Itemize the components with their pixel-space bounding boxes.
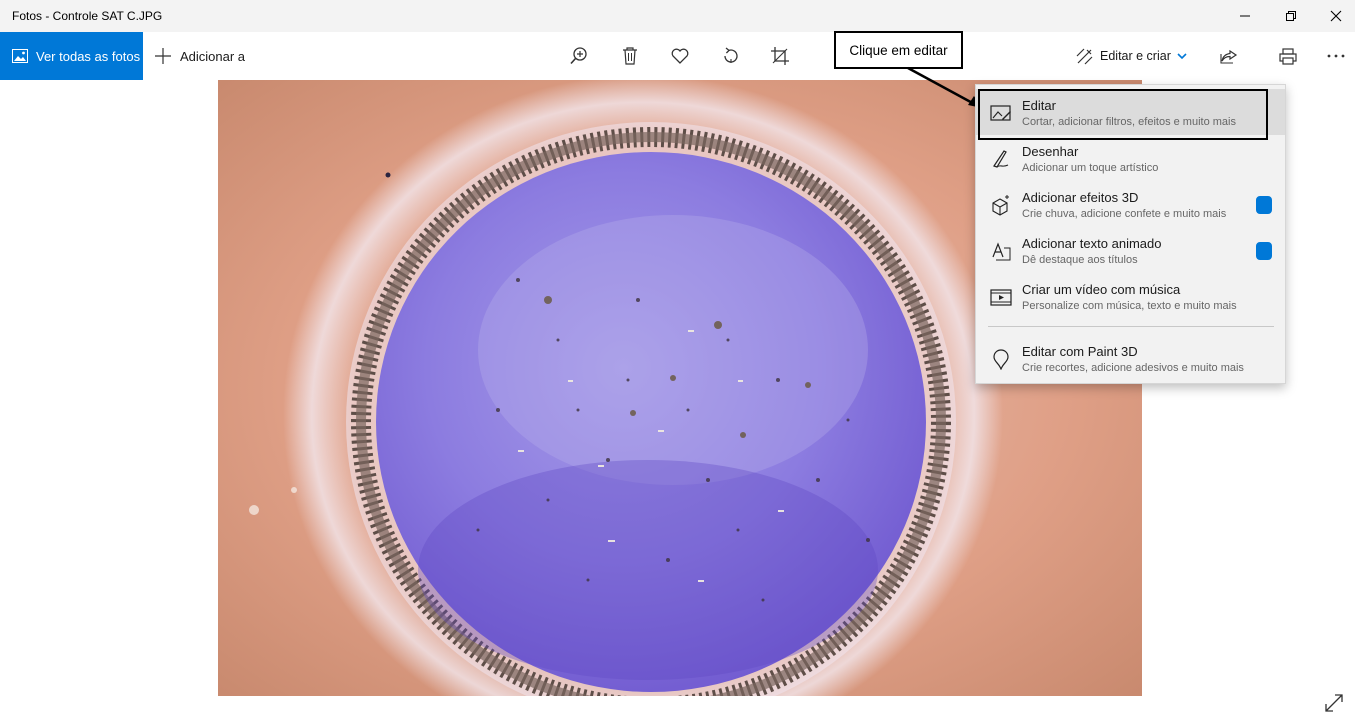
menu-item-subtitle: Personalize com música, texto e muito ma… — [1022, 300, 1237, 312]
rotate-button[interactable] — [719, 44, 743, 68]
printer-icon — [1279, 47, 1297, 65]
more-options-button[interactable] — [1324, 44, 1348, 68]
print-button[interactable] — [1276, 44, 1300, 68]
menu-item-title: Desenhar — [1022, 144, 1079, 159]
delete-button[interactable] — [618, 44, 642, 68]
photo-gallery-icon — [12, 49, 28, 63]
menu-item-title: Editar com Paint 3D — [1022, 344, 1138, 359]
menu-item-animated-text[interactable]: Adicionar texto animado Dê destaque aos … — [976, 227, 1285, 273]
share-icon — [1220, 49, 1238, 64]
add-to-button[interactable]: Adicionar a — [155, 32, 245, 80]
edit-and-create-button[interactable]: Editar e criar — [1076, 32, 1187, 80]
menu-item-subtitle: Cortar, adicionar filtros, efeitos e mui… — [1022, 116, 1236, 128]
window-title: Fotos - Controle SAT C.JPG — [12, 9, 163, 23]
ellipsis-icon — [1327, 54, 1345, 58]
restore-icon — [1286, 11, 1296, 21]
minimize-icon — [1240, 15, 1250, 17]
view-all-photos-label: Ver todas as fotos — [36, 48, 141, 64]
title-bar: Fotos - Controle SAT C.JPG — [0, 0, 1355, 32]
menu-item-title: Adicionar efeitos 3D — [1022, 190, 1139, 205]
menu-item-subtitle: Crie chuva, adicione confete e muito mai… — [1022, 208, 1227, 220]
menu-item-title: Adicionar texto animado — [1022, 236, 1162, 251]
menu-item-subtitle: Adicionar um toque artístico — [1022, 162, 1159, 174]
minimize-button[interactable] — [1222, 0, 1268, 32]
rotate-icon — [724, 47, 738, 63]
zoom-button[interactable] — [567, 44, 591, 68]
photo-toolbar: Ver todas as fotos Adicionar a Editar e … — [0, 32, 1355, 80]
crop-icon — [771, 47, 789, 65]
pen-icon — [993, 150, 1009, 168]
view-all-photos-button[interactable]: Ver todas as fotos — [0, 32, 143, 80]
trash-icon — [623, 47, 637, 65]
edit-and-create-label: Editar e criar — [1100, 49, 1171, 63]
menu-divider — [988, 326, 1274, 327]
store-badge-icon — [1256, 242, 1272, 260]
animated-text-icon — [992, 242, 1011, 261]
menu-item-video[interactable]: Criar um vídeo com música Personalize co… — [976, 273, 1285, 319]
menu-item-subtitle: Crie recortes, adicione adesivos e muito… — [1022, 362, 1244, 374]
expand-icon — [1325, 694, 1343, 712]
menu-item-title: Editar — [1022, 98, 1056, 113]
add-to-label: Adicionar a — [180, 48, 246, 64]
paint3d-icon — [993, 349, 1009, 370]
edit-image-icon — [990, 105, 1011, 121]
share-button[interactable] — [1217, 44, 1241, 68]
store-badge-icon — [1256, 196, 1272, 214]
menu-item-draw[interactable]: Desenhar Adicionar um toque artístico — [976, 135, 1285, 181]
chevron-down-icon — [1177, 52, 1187, 59]
edit-create-menu: Editar Cortar, adicionar filtros, efeito… — [975, 84, 1286, 384]
close-icon — [1330, 10, 1342, 22]
cube-sparkle-icon — [992, 195, 1009, 216]
edit-create-icon — [1076, 48, 1093, 64]
menu-item-title: Criar um vídeo com música — [1022, 282, 1181, 297]
favorite-button[interactable] — [668, 44, 692, 68]
zoom-in-icon — [570, 47, 587, 65]
close-button[interactable] — [1313, 0, 1355, 32]
fullscreen-button[interactable] — [1324, 693, 1346, 715]
plus-icon — [155, 48, 171, 64]
menu-item-subtitle: Dê destaque aos títulos — [1022, 254, 1138, 266]
video-icon — [990, 289, 1012, 306]
crop-button[interactable] — [768, 44, 792, 68]
menu-item-3d-effects[interactable]: Adicionar efeitos 3D Crie chuva, adicion… — [976, 181, 1285, 227]
heart-icon — [671, 48, 689, 64]
menu-item-paint3d[interactable]: Editar com Paint 3D Crie recortes, adici… — [976, 335, 1285, 381]
menu-item-edit[interactable]: Editar Cortar, adicionar filtros, efeito… — [976, 89, 1285, 135]
restore-button[interactable] — [1268, 0, 1314, 32]
